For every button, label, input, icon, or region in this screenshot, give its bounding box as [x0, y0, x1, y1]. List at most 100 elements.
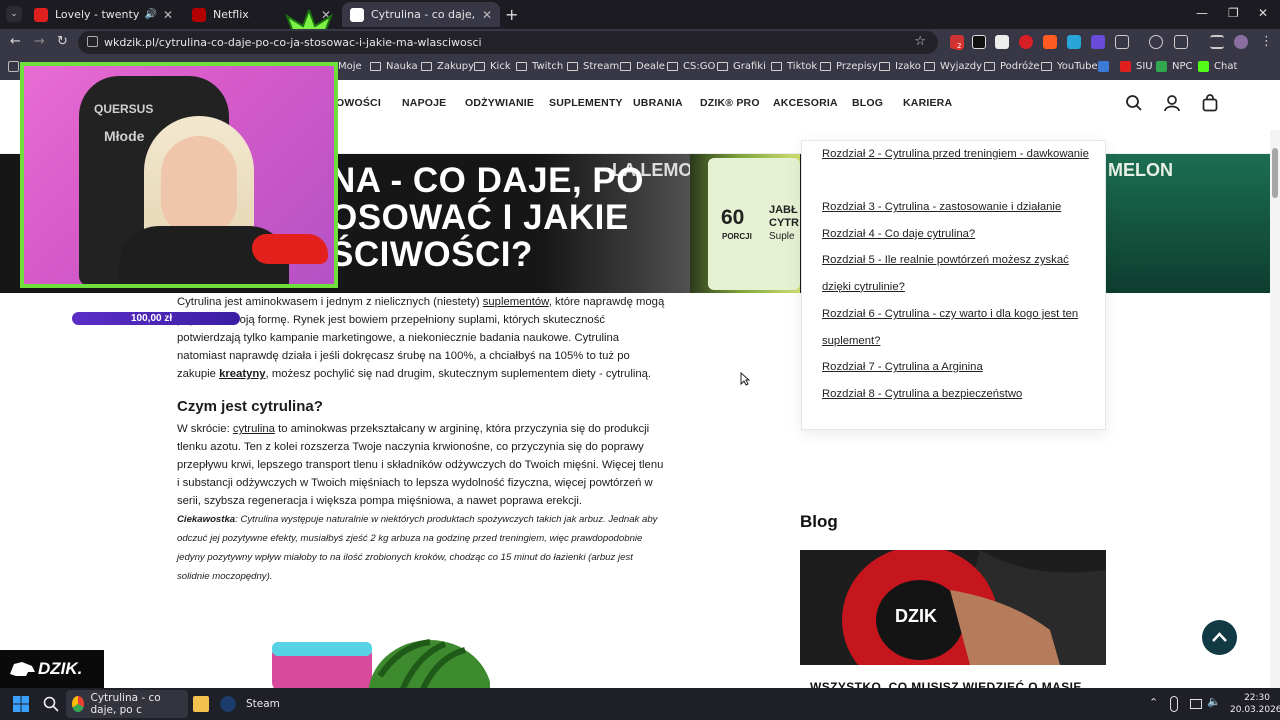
extension-icon[interactable]	[972, 35, 986, 49]
toc-link-4[interactable]: Rozdział 4 - Co daje cytrulina?	[822, 221, 1092, 248]
scrollbar-thumb[interactable]	[1272, 148, 1278, 198]
tab-cytrulina[interactable]: Cytrulina - co daje, po co ją stos ✕	[342, 2, 500, 27]
bookmark-folder[interactable]: Podróże	[984, 61, 1040, 72]
article-body: Cytrulina jest aminokwasem i jednym z ni…	[177, 293, 667, 586]
search-icon[interactable]	[43, 696, 59, 712]
extension-icon[interactable]	[1067, 35, 1081, 49]
speaker-icon[interactable]: 🔊	[144, 9, 156, 20]
restore-button[interactable]: ❐	[1228, 6, 1239, 20]
menu-item-kariera[interactable]: KARIERA	[903, 97, 952, 109]
menu-item-akcesoria[interactable]: AKCESORIA	[773, 97, 838, 109]
gif-icon	[1098, 61, 1109, 72]
reload-icon[interactable]: ↻	[57, 34, 68, 49]
toc-link-3[interactable]: Rozdział 3 - Cytrulina - zastosowanie i …	[822, 194, 1092, 221]
table-of-contents: Rozdział 2 - Cytrulina przed treningiem …	[801, 140, 1106, 430]
donation-goal-amount: 100,00 zł	[131, 313, 173, 324]
tab-lovely[interactable]: Lovely - twenty one pilots 🔊 ✕	[26, 2, 181, 27]
bookmark-folder[interactable]: CS:GO	[667, 61, 715, 72]
tray-chevron-up-icon[interactable]: ⌃	[1149, 696, 1158, 709]
close-window-button[interactable]: ✕	[1258, 6, 1268, 20]
menu-item-blog[interactable]: BLOG	[852, 97, 883, 109]
folder-icon	[717, 62, 728, 71]
folder-icon	[1041, 62, 1052, 71]
toc-link-8[interactable]: Rozdział 8 - Cytrulina a bezpieczeństwo	[822, 381, 1092, 408]
bookmark-folder[interactable]: YouTube	[1041, 61, 1098, 72]
section-heading: Czym jest cytrulina?	[177, 398, 323, 415]
toc-link-2[interactable]: Rozdział 2 - Cytrulina przed treningiem …	[822, 141, 1092, 168]
bookmark-folder[interactable]: Grafiki	[717, 61, 766, 72]
red-mascot-plush	[252, 234, 328, 264]
menu-item-napoje[interactable]: NAPOJE	[402, 97, 446, 109]
tab-search-button[interactable]: ⌄	[6, 6, 22, 22]
file-explorer-icon[interactable]	[193, 696, 209, 712]
cytrulina-link[interactable]: cytrulina	[233, 423, 275, 435]
toc-link-7[interactable]: Rozdział 7 - Cytrulina a Arginina	[822, 354, 1092, 381]
toc-link-6[interactable]: Rozdział 6 - Cytrulina - czy warto i dla…	[822, 301, 1092, 354]
extension-icon[interactable]	[995, 35, 1009, 49]
network-icon[interactable]	[1190, 699, 1202, 709]
bookmark-link[interactable]: NPC	[1156, 61, 1193, 72]
suplementy-link[interactable]: suplementów	[483, 296, 549, 308]
forward-arrow-icon[interactable]: →	[34, 34, 45, 49]
extension-icon[interactable]	[1043, 35, 1057, 49]
page-scrollbar[interactable]	[1270, 130, 1280, 688]
menu-item-owoce[interactable]: OWOŚCI	[336, 97, 381, 109]
menu-item-dzik-pro[interactable]: DZIK® PRO	[700, 97, 760, 109]
taskbar-steam-app[interactable]: Steam	[220, 690, 280, 718]
extensions-puzzle-icon[interactable]	[1115, 35, 1129, 49]
page-title: NA - CO DAJE, PO OSOWAĆ I JAKIE ŚCIWOŚCI…	[330, 161, 644, 274]
blog-card-brand: DZIK	[895, 606, 937, 626]
back-to-top-button[interactable]	[1202, 620, 1237, 655]
extension-icon[interactable]	[1019, 35, 1033, 49]
windows-taskbar: Cytrulina - co daje, po c Steam ⌃ 🔈 22:3…	[0, 688, 1280, 720]
taskbar-chrome-app[interactable]: Cytrulina - co daje, po c	[66, 690, 188, 718]
minimize-button[interactable]: —	[1196, 6, 1208, 20]
bookmark-folder[interactable]: Wyjazdy	[924, 61, 982, 72]
blog-card-image[interactable]: DZIK	[800, 550, 1106, 665]
volume-icon[interactable]: 🔈	[1207, 695, 1221, 708]
microphone-icon[interactable]	[1170, 696, 1178, 712]
windows-start-icon[interactable]	[13, 696, 29, 712]
bookmark-folder[interactable]: Stream	[567, 61, 619, 72]
back-arrow-icon[interactable]: ←	[10, 34, 21, 49]
toc-link-5[interactable]: Rozdział 5 - Ile realnie powtórzeń możes…	[822, 247, 1092, 300]
bookmark-link[interactable]	[1098, 61, 1114, 72]
bookmark-star-icon[interactable]: ☆	[914, 34, 926, 49]
account-icon[interactable]	[1163, 94, 1181, 112]
extension-icon[interactable]	[1091, 35, 1105, 49]
folder-icon	[516, 62, 527, 71]
bookmark-folder[interactable]: Nauka	[370, 61, 418, 72]
bookmark-link[interactable]: Chat	[1198, 61, 1237, 72]
address-bar[interactable]: wkdzik.pl/cytrulina-co-daje-po-co-ja-sto…	[78, 31, 938, 54]
bookmark-folder[interactable]: Izako	[879, 61, 921, 72]
cart-bag-icon[interactable]	[1201, 94, 1219, 112]
url-text: wkdzik.pl/cytrulina-co-daje-po-co-ja-sto…	[104, 36, 482, 49]
mouse-cursor-icon	[740, 372, 750, 386]
bookmarks-icon[interactable]	[1174, 35, 1188, 49]
bookmark-folder[interactable]: Zakupy	[421, 61, 474, 72]
menu-item-odzywianie[interactable]: ODŻYWIANIE	[465, 97, 534, 109]
menu-item-ubrania[interactable]: UBRANIA	[633, 97, 683, 109]
password-key-icon[interactable]	[1149, 35, 1163, 49]
close-tab-icon[interactable]: ✕	[482, 8, 492, 22]
browser-toolbar: ← → ↻ wkdzik.pl/cytrulina-co-daje-po-co-…	[0, 29, 1280, 56]
bookmark-folder[interactable]: Przepisy	[820, 61, 878, 72]
intro-paragraph: Cytrulina jest aminokwasem i jednym z ni…	[177, 296, 665, 380]
reading-list-icon[interactable]	[1210, 35, 1224, 49]
bookmark-link[interactable]: SIU	[1120, 61, 1153, 72]
search-icon[interactable]	[1125, 94, 1143, 112]
menu-kebab-icon[interactable]: ⋮	[1260, 34, 1273, 49]
folder-icon	[924, 62, 935, 71]
kreatyna-link[interactable]: kreatyny	[219, 368, 265, 380]
profile-avatar[interactable]	[1234, 35, 1248, 49]
bookmark-folder[interactable]: Twitch	[516, 61, 563, 72]
streamer-face	[161, 136, 237, 236]
site-info-icon[interactable]	[87, 36, 98, 47]
bookmark-folder[interactable]: Tiktok	[771, 61, 817, 72]
system-clock[interactable]: 22:30 20.03.2026	[1230, 692, 1280, 716]
menu-item-suplementy[interactable]: SUPLEMENTY	[549, 97, 623, 109]
bookmark-folder[interactable]: Deale	[620, 61, 665, 72]
bookmark-folder[interactable]: Kick	[474, 61, 511, 72]
new-tab-button[interactable]: +	[505, 5, 518, 24]
close-tab-icon[interactable]: ✕	[163, 8, 173, 22]
